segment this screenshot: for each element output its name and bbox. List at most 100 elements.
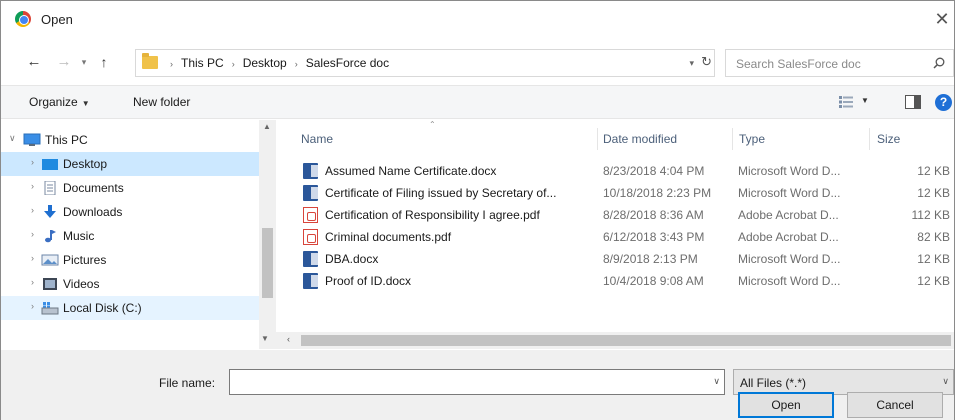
file-name: Proof of ID.docx xyxy=(325,274,412,288)
scroll-left-icon[interactable]: ‹ xyxy=(287,334,290,344)
scroll-up-icon[interactable]: ▲ xyxy=(263,122,271,131)
arrow-left-icon: ← xyxy=(26,53,42,70)
view-options-icon[interactable] xyxy=(839,96,853,108)
organize-label: Organize xyxy=(29,95,78,109)
close-icon[interactable]: ✕ xyxy=(932,7,952,31)
navigation-pane-scrollbar[interactable]: ▲ ▼ xyxy=(259,120,276,342)
chevron-right-icon: › xyxy=(294,59,298,69)
sidebar-item-pictures[interactable]: › Pictures xyxy=(1,248,259,272)
scrollbar-thumb[interactable] xyxy=(301,335,951,346)
word-doc-icon xyxy=(303,251,318,267)
arrow-up-icon: ↑ xyxy=(100,54,108,70)
folder-icon xyxy=(142,53,158,69)
navigation-bar: ← → ▾ ↑ › This PC › Desktop › SalesForce doc … xyxy=(1,47,954,79)
open-button[interactable]: Open xyxy=(738,392,834,418)
scroll-down-icon[interactable]: ▼ xyxy=(261,334,269,343)
navigation-pane: ∨ This PC › Desktop › Documents › Downlo… xyxy=(1,120,259,342)
chevron-right-icon[interactable]: › xyxy=(31,253,34,263)
chevron-down-icon[interactable]: ∨ xyxy=(942,376,949,387)
chevron-down-icon[interactable]: ∨ xyxy=(9,133,16,144)
sidebar-item-label: Videos xyxy=(63,277,100,291)
breadcrumb-salesforce-doc[interactable]: SalesForce doc xyxy=(306,56,389,70)
chevron-right-icon[interactable]: › xyxy=(31,181,34,191)
sidebar-item-downloads[interactable]: › Downloads xyxy=(1,200,259,224)
title-bar: Open ✕ xyxy=(1,1,954,41)
open-file-dialog: Open ✕ ← → ▾ ↑ › This PC › Desktop › SalesFor… xyxy=(0,0,955,420)
sidebar-item-this-pc[interactable]: ∨ This PC xyxy=(1,128,259,152)
organize-button[interactable]: Organize ▼ xyxy=(29,95,90,109)
chevron-right-icon[interactable]: › xyxy=(31,205,34,215)
search-input[interactable]: Search SalesForce doc xyxy=(736,57,861,71)
file-date: 10/4/2018 9:08 AM xyxy=(603,274,704,288)
computer-icon xyxy=(23,133,41,146)
up-button[interactable]: ↑ xyxy=(95,52,113,72)
file-row[interactable]: Assumed Name Certificate.docx 8/23/2018 … xyxy=(293,160,953,182)
back-button[interactable]: ← xyxy=(25,52,43,72)
file-date: 8/9/2018 2:13 PM xyxy=(603,252,698,266)
cancel-button[interactable]: Cancel xyxy=(847,392,943,418)
file-date: 8/28/2018 8:36 AM xyxy=(603,208,704,222)
help-icon[interactable]: ? xyxy=(935,94,952,111)
window-title: Open xyxy=(41,12,73,27)
view-caret-icon[interactable]: ▼ xyxy=(861,96,869,105)
word-doc-icon xyxy=(303,273,318,289)
column-header-size[interactable]: Size xyxy=(877,132,900,146)
file-name: DBA.docx xyxy=(325,252,379,266)
chevron-right-icon[interactable]: › xyxy=(31,301,34,311)
file-row[interactable]: Certification of Responsibility I agree.… xyxy=(293,204,953,226)
column-divider[interactable] xyxy=(732,128,733,150)
file-size: 112 KB xyxy=(911,208,950,222)
column-header-name[interactable]: Name xyxy=(301,132,333,146)
chevron-right-icon: › xyxy=(231,59,235,69)
sidebar-item-label: Desktop xyxy=(63,157,108,171)
address-bar[interactable]: › This PC › Desktop › SalesForce doc ▾ ↻ xyxy=(135,49,715,77)
new-folder-button[interactable]: New folder xyxy=(133,95,190,109)
file-type-value: All Files (*.*) xyxy=(740,376,807,390)
file-size: 12 KB xyxy=(917,164,950,178)
recent-locations-button[interactable]: ▾ xyxy=(75,52,93,72)
file-row[interactable]: Certificate of Filing issued by Secretar… xyxy=(293,182,953,204)
file-list-scrollbar[interactable]: ▼ ‹ xyxy=(259,332,954,349)
sidebar-item-documents[interactable]: › Documents xyxy=(1,176,259,200)
column-divider[interactable] xyxy=(597,128,598,150)
file-date: 6/12/2018 3:43 PM xyxy=(603,230,705,244)
file-type: Adobe Acrobat D... xyxy=(738,230,839,244)
pictures-icon xyxy=(41,254,59,266)
breadcrumb: › This PC › Desktop › SalesForce doc xyxy=(162,56,389,70)
sidebar-item-label: Downloads xyxy=(63,205,123,219)
column-divider[interactable] xyxy=(869,128,870,150)
sidebar-item-local-disk[interactable]: › Local Disk (C:) xyxy=(1,296,259,320)
file-name: Criminal documents.pdf xyxy=(325,230,452,244)
sidebar-item-label: Documents xyxy=(63,181,124,195)
chevron-right-icon[interactable]: › xyxy=(31,157,34,167)
refresh-icon[interactable]: ↻ xyxy=(701,54,712,70)
file-row[interactable]: DBA.docx 8/9/2018 2:13 PM Microsoft Word… xyxy=(293,248,953,270)
column-header-date[interactable]: Date modified xyxy=(603,132,677,146)
pdf-icon xyxy=(303,229,318,245)
sidebar-item-desktop[interactable]: › Desktop xyxy=(1,152,259,176)
forward-button[interactable]: → xyxy=(55,52,73,72)
address-dropdown-icon[interactable]: ▾ xyxy=(689,58,694,69)
sidebar-item-label: Pictures xyxy=(63,253,107,267)
caret-down-icon: ▼ xyxy=(81,99,90,108)
chevron-right-icon[interactable]: › xyxy=(31,277,34,287)
file-name: Certification of Responsibility I agree.… xyxy=(325,208,540,222)
file-name-input[interactable] xyxy=(230,370,700,392)
chevron-right-icon[interactable]: › xyxy=(31,229,34,239)
file-name: Certificate of Filing issued by Secretar… xyxy=(325,186,557,200)
sort-indicator-icon: ⌃ xyxy=(429,120,436,129)
scrollbar-thumb[interactable] xyxy=(262,228,273,298)
command-toolbar: Organize ▼ New folder ▼ ? xyxy=(1,85,954,119)
chevron-down-icon[interactable]: ∨ xyxy=(713,376,720,387)
file-row[interactable]: Proof of ID.docx 10/4/2018 9:08 AM Micro… xyxy=(293,270,953,292)
sidebar-item-music[interactable]: › Music xyxy=(1,224,259,248)
breadcrumb-desktop[interactable]: Desktop xyxy=(243,56,287,70)
file-date: 10/18/2018 2:23 PM xyxy=(603,186,712,200)
file-row[interactable]: Criminal documents.pdf 6/12/2018 3:43 PM… xyxy=(293,226,953,248)
file-name-combobox[interactable]: ∨ xyxy=(229,369,725,395)
preview-pane-icon[interactable] xyxy=(905,95,921,109)
search-box[interactable]: Search SalesForce doc xyxy=(725,49,954,77)
sidebar-item-videos[interactable]: › Videos xyxy=(1,272,259,296)
breadcrumb-this-pc[interactable]: This PC xyxy=(181,56,224,70)
column-header-type[interactable]: Type xyxy=(739,132,765,146)
